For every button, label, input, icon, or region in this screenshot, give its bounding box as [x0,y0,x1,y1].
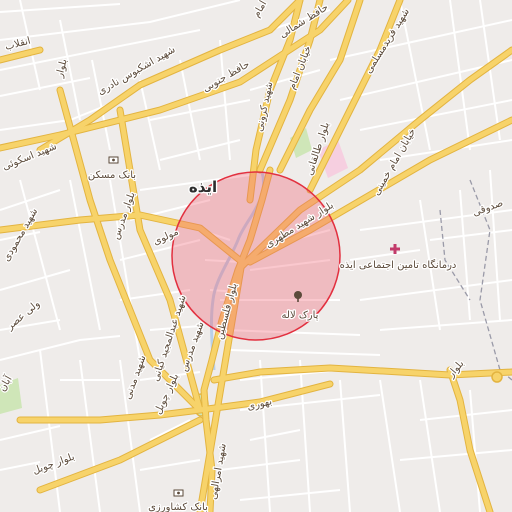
roundabout [491,371,503,383]
city-label: ایذه [189,178,217,196]
map-canvas: ایذه حافظ شمالی شهید اشکبوس نادری حافظ ج… [0,0,512,512]
poi-label: پارک لاله [282,310,319,321]
bank-icon [108,156,119,164]
map-view[interactable]: ایذه حافظ شمالی شهید اشکبوس نادری حافظ ج… [0,0,512,512]
bank-icon [173,489,184,497]
poi-label: بانک مسکن [88,170,136,181]
poi-label: درمانگاه تامین اجتماعی ایذه [340,259,457,271]
poi-label: بانک کشاورزی [148,502,208,512]
